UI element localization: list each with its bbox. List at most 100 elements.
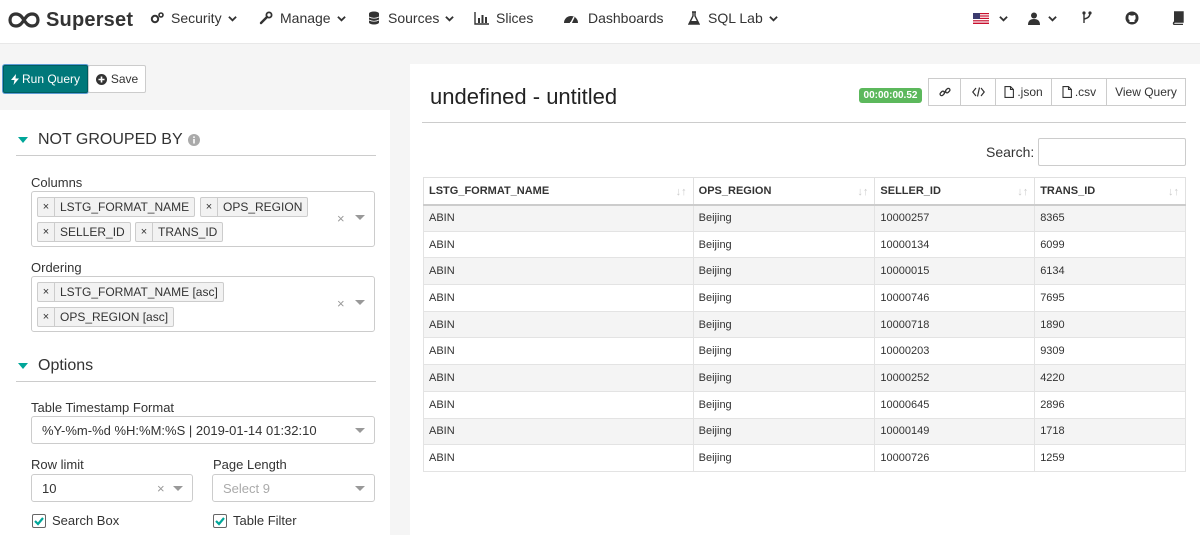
table-cell: ABIN — [423, 444, 694, 472]
section-divider — [16, 155, 376, 156]
ordering-label: Ordering — [31, 260, 82, 275]
brand-link[interactable]: Superset — [8, 6, 133, 34]
export-json-button[interactable]: .json — [995, 78, 1052, 106]
dropdown-arrow-icon[interactable] — [355, 428, 365, 433]
copy-link-button[interactable] — [928, 78, 961, 106]
table-row: ABIN Beijing 10000645 2896 — [423, 390, 1186, 419]
nav-dashboards-label: Dashboards — [588, 10, 664, 26]
column-header[interactable]: TRANS_ID ↓↑ — [1034, 177, 1186, 206]
row-limit-value: 10 — [42, 480, 57, 496]
remove-tag-icon[interactable]: × — [38, 308, 55, 326]
table-cell: 10000718 — [874, 310, 1036, 339]
save-button[interactable]: Save — [88, 65, 146, 93]
checkbox-checked-icon — [32, 513, 46, 528]
user-icon — [1028, 12, 1040, 25]
version-link[interactable] — [1082, 10, 1092, 26]
table-cell: ABIN — [423, 417, 694, 446]
section-options-title: Options — [38, 357, 94, 374]
table-cell: Beijing — [692, 204, 876, 232]
table-cell: 1718 — [1034, 417, 1186, 446]
table-row: ABIN Beijing 10000718 1890 — [423, 310, 1186, 339]
section-not-grouped-by-title: NOT GROUPED BY — [38, 131, 183, 148]
checkbox-checked-icon — [213, 513, 227, 528]
github-link[interactable] — [1125, 10, 1139, 26]
remove-tag-icon[interactable]: × — [38, 198, 55, 216]
timestamp-format-value: %Y-%m-%d %H:%M:%S | 2019-01-14 01:32:10 — [42, 422, 317, 438]
row-limit-select[interactable]: 10 × — [31, 474, 193, 502]
remove-tag-icon[interactable]: × — [201, 198, 218, 216]
nav-sources[interactable]: Sources — [366, 0, 455, 36]
column-header[interactable]: SELLER_ID ↓↑ — [874, 177, 1036, 206]
nav-sql-lab[interactable]: SQL Lab — [686, 0, 778, 36]
documentation-link[interactable] — [1172, 10, 1184, 26]
table-cell: 10000015 — [874, 257, 1036, 286]
nav-dashboards[interactable]: Dashboards — [563, 0, 664, 36]
file-icon — [1004, 86, 1015, 98]
section-not-grouped-by[interactable]: NOT GROUPED BY — [18, 131, 200, 149]
nav-slices[interactable]: Slices — [474, 0, 533, 36]
chevron-down-icon — [999, 15, 1008, 22]
section-options[interactable]: Options — [18, 357, 93, 375]
bar-chart-icon — [474, 10, 490, 26]
dropdown-arrow-icon[interactable] — [355, 215, 365, 220]
sort-icon[interactable]: ↓↑ — [1017, 186, 1028, 198]
header-divider — [422, 122, 1186, 123]
run-query-label: Run Query — [21, 72, 81, 86]
run-query-button[interactable]: Run Query — [3, 65, 88, 93]
slice-title[interactable]: undefined - untitled — [430, 84, 617, 110]
page-length-label: Page Length — [213, 457, 287, 472]
table-row: ABIN Beijing 10000726 1259 — [423, 444, 1186, 472]
page-length-select[interactable]: Select 9 — [212, 474, 375, 502]
remove-tag-icon[interactable]: × — [38, 223, 55, 241]
column-tag: × OPS_REGION — [200, 197, 309, 217]
table-cell: 10000746 — [874, 284, 1036, 312]
save-label: Save — [110, 72, 139, 86]
sort-icon[interactable]: ↓↑ — [1168, 186, 1179, 198]
dropdown-arrow-icon[interactable] — [355, 300, 365, 305]
table-filter-checkbox[interactable]: Table Filter — [213, 513, 297, 528]
table-cell: ABIN — [423, 230, 694, 259]
export-csv-button[interactable]: .csv — [1051, 78, 1107, 106]
file-icon — [1062, 86, 1072, 98]
clear-icon[interactable]: × — [337, 296, 345, 311]
table-cell: Beijing — [692, 390, 876, 419]
search-box-checkbox[interactable]: Search Box — [32, 513, 119, 528]
columns-select[interactable]: × LSTG_FORMAT_NAME × OPS_REGION × SELLER… — [31, 191, 375, 247]
chevron-down-icon — [227, 15, 237, 22]
table-row: ABIN Beijing 10000257 8365 — [423, 204, 1186, 232]
table-cell: 6134 — [1034, 257, 1186, 286]
database-icon — [366, 10, 382, 26]
table-cell: 10000149 — [874, 417, 1036, 446]
table-cell: 7695 — [1034, 284, 1186, 312]
nav-manage[interactable]: Manage — [258, 0, 346, 36]
clear-icon[interactable]: × — [337, 211, 345, 226]
link-icon — [938, 87, 951, 97]
remove-tag-icon[interactable]: × — [136, 223, 153, 241]
nav-security[interactable]: Security — [149, 0, 237, 36]
ordering-select[interactable]: × LSTG_FORMAT_NAME [asc] × OPS_REGION [a… — [31, 276, 375, 332]
chevron-down-icon — [769, 15, 778, 22]
remove-tag-icon[interactable]: × — [38, 283, 55, 301]
caret-down-icon — [18, 363, 28, 369]
table-cell: 10000726 — [874, 444, 1036, 472]
clear-icon[interactable]: × — [157, 481, 165, 496]
dropdown-arrow-icon[interactable] — [355, 486, 365, 491]
column-header[interactable]: LSTG_FORMAT_NAME ↓↑ — [423, 177, 694, 206]
language-menu[interactable] — [973, 10, 1008, 26]
view-query-button[interactable]: View Query — [1106, 78, 1186, 106]
table-cell: Beijing — [692, 444, 876, 472]
sort-icon[interactable]: ↓↑ — [857, 186, 868, 198]
timestamp-format-select[interactable]: %Y-%m-%d %H:%M:%S | 2019-01-14 01:32:10 — [31, 416, 375, 444]
sort-icon[interactable]: ↓↑ — [676, 186, 687, 198]
column-header[interactable]: OPS_REGION ↓↑ — [692, 177, 876, 206]
dropdown-arrow-icon[interactable] — [173, 486, 183, 491]
user-menu[interactable] — [1028, 10, 1057, 26]
table-search-input[interactable] — [1038, 138, 1186, 166]
embed-code-button[interactable] — [960, 78, 996, 106]
table-row: ABIN Beijing 10000746 7695 — [423, 284, 1186, 312]
table-header-row: LSTG_FORMAT_NAME ↓↑ OPS_REGION ↓↑ SELLER_I… — [423, 177, 1186, 206]
table-cell: ABIN — [423, 284, 694, 312]
nav-manage-label: Manage — [280, 10, 331, 26]
info-icon[interactable] — [187, 134, 200, 146]
table-row: ABIN Beijing 10000252 4220 — [423, 364, 1186, 392]
